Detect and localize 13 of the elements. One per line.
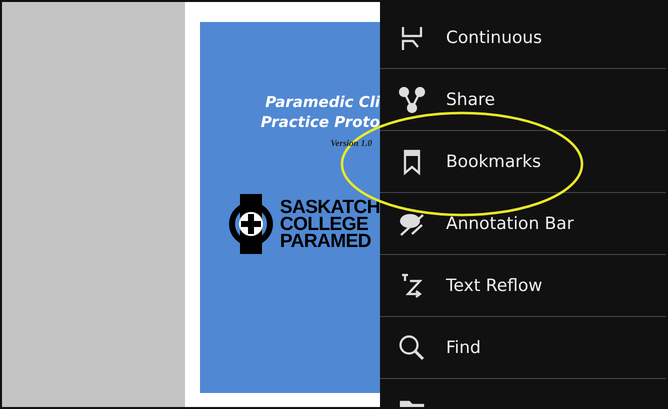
- menu-item[interactable]: Find: [380, 317, 666, 379]
- cover-title: Practice Proto: [260, 112, 380, 132]
- share-icon: [398, 86, 426, 114]
- menu-item[interactable]: Continuous: [380, 7, 666, 69]
- logo-text: COLLEGE: [280, 216, 368, 232]
- menu-item[interactable]: Annotation Bar: [380, 193, 666, 255]
- logo-text: PARAMED: [280, 232, 372, 250]
- menu-item[interactable]: Bookmarks: [380, 131, 666, 193]
- menu-item[interactable]: Share: [380, 69, 666, 131]
- search-icon: [398, 334, 426, 362]
- menu-item[interactable]: Text Reflow: [380, 255, 666, 317]
- cover-title: Paramedic Cli: [265, 92, 380, 112]
- logo-text: SASKATCH: [280, 198, 380, 216]
